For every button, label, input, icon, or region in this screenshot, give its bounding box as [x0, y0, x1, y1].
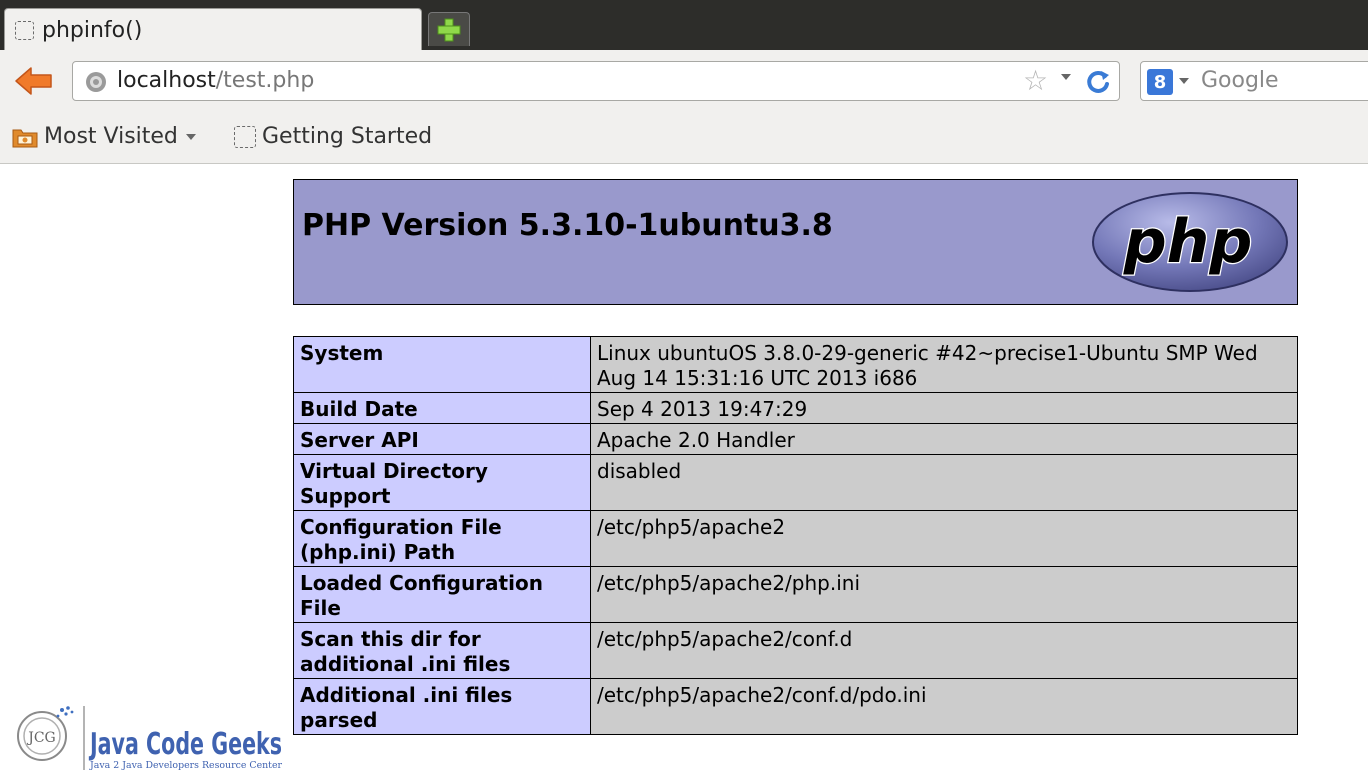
- navigation-toolbar: localhost/test.php ☆ 8 Google: [0, 50, 1368, 112]
- table-row: System Linux ubuntuOS 3.8.0-29-generic #4…: [293, 336, 1298, 393]
- bookmark-most-visited-label: Most Visited: [44, 124, 178, 149]
- info-key: Virtual Directory Support: [293, 454, 591, 511]
- jcg-tagline: Java 2 Java Developers Resource Center: [89, 761, 283, 771]
- bookmark-getting-started-label: Getting Started: [262, 124, 433, 149]
- info-key: System: [293, 336, 591, 393]
- info-value: disabled: [590, 454, 1298, 511]
- new-tab-button[interactable]: [428, 12, 470, 46]
- table-row: Loaded Configuration File/etc/php5/apach…: [293, 566, 1298, 623]
- php-logo-text: php: [1123, 207, 1253, 277]
- back-arrow-icon: [15, 67, 52, 95]
- plus-icon: [437, 18, 461, 41]
- jcg-name: Java Code Geeks: [89, 727, 282, 762]
- back-button[interactable]: [12, 62, 56, 100]
- page-title: PHP Version 5.3.10-1ubuntu3.8: [302, 208, 833, 243]
- globe-icon: [86, 72, 106, 92]
- info-value: Apache 2.0 Handler: [590, 423, 1298, 455]
- info-key: Additional .ini files parsed: [293, 678, 591, 735]
- bookmark-most-visited[interactable]: Most Visited: [12, 124, 196, 149]
- url-path: /test.php: [215, 68, 315, 93]
- history-dropdown-icon[interactable]: [1061, 74, 1071, 80]
- info-value: /etc/php5/apache2/php.ini: [590, 566, 1298, 623]
- info-key: Configuration File (php.ini) Path: [293, 510, 591, 567]
- search-engine-dropdown-icon[interactable]: [1179, 78, 1189, 84]
- info-key: Build Date: [293, 392, 591, 424]
- table-row: Build Date Sep 4 2013 19:47:29: [293, 392, 1298, 424]
- url-host: localhost: [117, 68, 216, 93]
- reload-icon[interactable]: [1085, 68, 1113, 96]
- bookmark-getting-started[interactable]: Getting Started: [234, 124, 432, 149]
- php-logo[interactable]: php: [1090, 190, 1290, 294]
- php-info-table: System Linux ubuntuOS 3.8.0-29-generic #4…: [293, 336, 1298, 735]
- info-value: /etc/php5/apache2: [590, 510, 1298, 567]
- jcg-badge-text: JCG: [26, 730, 56, 746]
- php-version-header: PHP Version 5.3.10-1ubuntu3.8 php: [293, 179, 1298, 305]
- search-placeholder: Google: [1201, 68, 1279, 93]
- info-value: /etc/php5/apache2/conf.d/pdo.ini: [590, 678, 1298, 735]
- table-row: Configuration File (php.ini) Path/etc/ph…: [293, 510, 1298, 567]
- search-bar[interactable]: 8 Google: [1140, 61, 1368, 101]
- address-bar[interactable]: localhost/test.php ☆: [72, 61, 1120, 101]
- table-row: Scan this dir for additional .ini files /…: [293, 622, 1298, 679]
- info-key: Loaded Configuration File: [293, 566, 591, 623]
- table-row: Virtual Directory Support disabled: [293, 454, 1298, 511]
- info-key: Server API: [293, 423, 591, 455]
- java-code-geeks-watermark: JCG Java Code Geeks Java 2 Java Develope…: [10, 700, 290, 778]
- jcg-logo: JCG Java Code Geeks Java 2 Java Develope…: [17, 706, 283, 771]
- info-value: Sep 4 2013 19:47:29: [590, 392, 1298, 424]
- table-row: Server API Apache 2.0 Handler: [293, 423, 1298, 455]
- bookmark-star-icon[interactable]: ☆: [1023, 66, 1048, 96]
- chevron-down-icon: [185, 133, 196, 140]
- bookmarks-toolbar: Most Visited Getting Started: [0, 112, 1368, 164]
- url-text: localhost/test.php: [117, 68, 314, 93]
- tab-strip: phpinfo(): [0, 0, 1368, 52]
- folder-icon: [12, 129, 38, 147]
- info-value: Linux ubuntuOS 3.8.0-29-generic #42~prec…: [590, 336, 1298, 393]
- info-key: Scan this dir for additional .ini files: [293, 622, 591, 679]
- table-row: Additional .ini files parsed/etc/php5/ap…: [293, 678, 1298, 735]
- page-icon: [15, 21, 34, 40]
- info-value: /etc/php5/apache2/conf.d: [590, 622, 1298, 679]
- google-plus-icon[interactable]: 8: [1147, 69, 1173, 95]
- tab-title: phpinfo(): [42, 18, 143, 43]
- page-icon: [234, 125, 256, 148]
- tab-phpinfo[interactable]: phpinfo(): [4, 8, 422, 52]
